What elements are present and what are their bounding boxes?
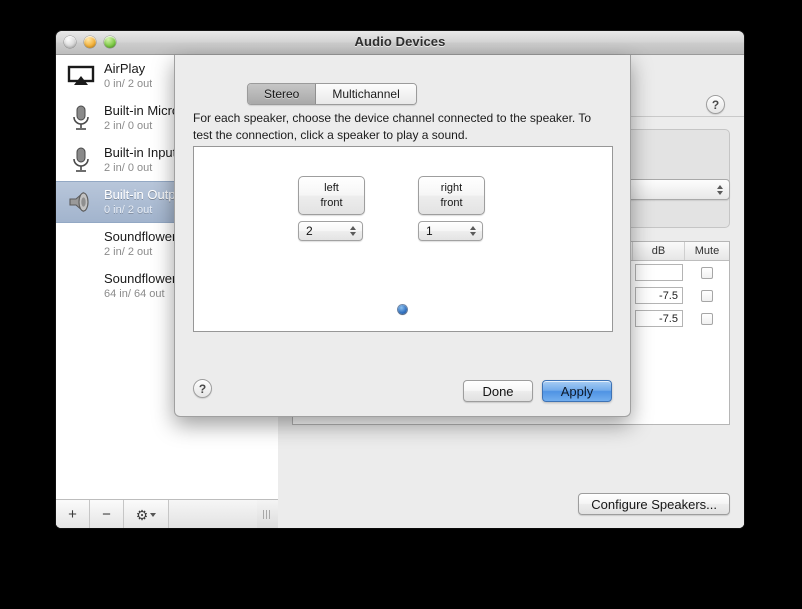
device-io: 0 in/ 2 out xyxy=(104,77,153,90)
toolbar-filler xyxy=(169,500,257,528)
add-device-button[interactable]: + xyxy=(56,500,90,528)
resize-grip-icon[interactable] xyxy=(257,500,278,528)
listener-position-dot[interactable] xyxy=(398,305,407,314)
microphone-icon xyxy=(66,145,96,175)
db-value[interactable]: -7.5 xyxy=(635,310,683,327)
tab-stereo[interactable]: Stereo xyxy=(248,84,317,104)
channel-select-right-front[interactable]: 1 xyxy=(418,221,483,241)
audio-devices-window: Audio Devices AirPlay 0 in/ 2 out Built-… xyxy=(56,31,744,528)
remove-device-button[interactable]: − xyxy=(90,500,124,528)
db-value[interactable] xyxy=(635,264,683,281)
row-mute-cell[interactable] xyxy=(685,307,729,330)
speaker-label-line2: front xyxy=(440,196,463,209)
row-db-cell[interactable]: -7.5 xyxy=(633,307,685,330)
speaker-group-left-front: left front 2 xyxy=(298,176,365,241)
microphone-icon xyxy=(66,103,96,133)
db-value[interactable]: -7.5 xyxy=(635,287,683,304)
gear-icon: ⚙ xyxy=(135,506,149,523)
chevron-down-icon xyxy=(150,512,157,517)
configure-speakers-sheet: Stereo Multichannel For each speaker, ch… xyxy=(174,55,631,417)
row-db-cell[interactable] xyxy=(633,261,685,284)
list-item-text: AirPlay 0 in/ 2 out xyxy=(104,62,152,90)
window-body: AirPlay 0 in/ 2 out Built-in Microphone … xyxy=(56,55,744,528)
stepper-arrows-icon xyxy=(350,226,356,236)
airplay-icon xyxy=(66,61,96,91)
row-mute-cell[interactable] xyxy=(685,261,729,284)
speaker-mode-tabs[interactable]: Stereo Multichannel xyxy=(247,83,417,105)
column-header-db: dB xyxy=(633,242,685,260)
mute-checkbox[interactable] xyxy=(701,289,713,302)
device-blank-icon xyxy=(66,271,96,301)
stepper-arrows-icon xyxy=(717,184,723,195)
device-io: 2 in/ 0 out xyxy=(104,161,153,174)
apply-button[interactable]: Apply xyxy=(542,380,612,402)
configure-speakers-button[interactable]: Configure Speakers... xyxy=(578,493,730,515)
speaker-label-line2: front xyxy=(320,196,343,209)
device-name: AirPlay xyxy=(104,62,146,77)
sidebar-toolbar: + − ⚙ xyxy=(56,499,278,528)
channel-value: 1 xyxy=(426,224,433,238)
row-db-cell[interactable]: -7.5 xyxy=(633,284,685,307)
device-blank-icon xyxy=(66,229,96,259)
speaker-button-right-front[interactable]: right front xyxy=(418,176,485,215)
window-titlebar[interactable]: Audio Devices xyxy=(56,31,744,55)
mute-checkbox[interactable] xyxy=(701,312,713,325)
list-item-text: Built-in Input 2 in/ 0 out xyxy=(104,146,176,174)
screen: Audio Devices AirPlay 0 in/ 2 out Built-… xyxy=(0,0,802,609)
speaker-label-line1: right xyxy=(440,182,463,195)
stepper-arrows-icon xyxy=(470,226,476,236)
speaker-label-line1: left xyxy=(324,182,339,195)
speaker-button-left-front[interactable]: left front xyxy=(298,176,365,215)
settings-gear-button[interactable]: ⚙ xyxy=(124,500,169,528)
sheet-description: For each speaker, choose the device chan… xyxy=(193,111,592,142)
help-button[interactable]: ? xyxy=(706,95,725,114)
speaker-icon xyxy=(66,187,96,217)
window-title: Audio Devices xyxy=(354,34,446,49)
channel-value: 2 xyxy=(306,224,313,238)
speaker-group-right-front: right front 1 xyxy=(418,176,485,241)
speaker-layout-stage[interactable]: left front 2 right front 1 xyxy=(193,146,613,332)
channel-select-left-front[interactable]: 2 xyxy=(298,221,363,241)
tab-multichannel[interactable]: Multichannel xyxy=(316,84,416,104)
column-header-mute: Mute xyxy=(694,245,720,257)
mute-checkbox[interactable] xyxy=(701,266,713,279)
sheet-action-buttons: Done Apply xyxy=(463,380,612,402)
device-name: Built-in Input xyxy=(104,146,177,161)
row-mute-cell[interactable] xyxy=(685,284,729,307)
done-button[interactable]: Done xyxy=(463,380,533,402)
sheet-help-button[interactable]: ? xyxy=(193,379,212,398)
